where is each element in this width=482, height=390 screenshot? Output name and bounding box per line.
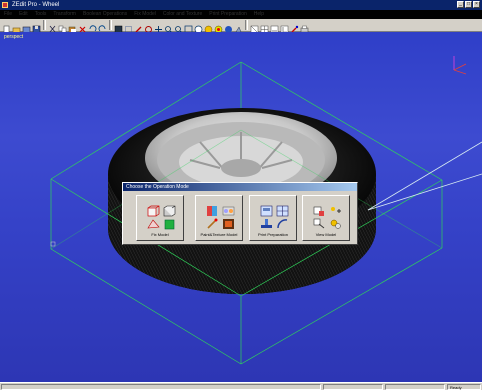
undo-icon[interactable]: [88, 21, 97, 31]
platform-icon: [260, 217, 273, 229]
view-model-button[interactable]: View Model: [302, 195, 350, 241]
status-cell: [323, 384, 383, 390]
mesh-fix-icon: [147, 217, 160, 229]
view-cube-icon[interactable]: [194, 21, 203, 33]
save-icon[interactable]: [32, 21, 41, 33]
print-preparation-label: Print Preparation: [257, 232, 288, 237]
brush-icon: [206, 217, 219, 229]
printer-arc-icon: [276, 217, 289, 229]
status-ready: Ready: [447, 384, 481, 390]
select-all-icon[interactable]: [114, 21, 123, 33]
move-icon[interactable]: [154, 21, 163, 33]
print-icon[interactable]: [300, 21, 309, 32]
green-block-icon: [163, 217, 176, 230]
view-window-icon: [313, 204, 326, 216]
paint-icon[interactable]: [224, 21, 233, 33]
layout-icon: [260, 204, 273, 217]
menu-help[interactable]: Help: [254, 10, 264, 19]
menu-file[interactable]: File: [4, 10, 12, 19]
menu-color-and-texture[interactable]: Color and Texture: [163, 10, 202, 19]
menu-transform[interactable]: Transform: [53, 10, 76, 19]
shading-icon[interactable]: [204, 21, 213, 33]
close-button[interactable]: ×: [473, 1, 480, 8]
grid-icon[interactable]: [260, 21, 269, 33]
fix-model-label: Fix Model: [151, 232, 169, 237]
menu-boolean-operations[interactable]: Boolean Operations: [83, 10, 127, 19]
cube-solid-icon: [163, 204, 176, 217]
zoom-box-icon: [313, 217, 326, 229]
maximize-button[interactable]: □: [465, 1, 472, 8]
menu-print-preparation[interactable]: Print Preparation: [209, 10, 247, 19]
redo-icon[interactable]: [98, 21, 107, 31]
new-file-icon[interactable]: [2, 21, 11, 33]
image-texture-icon: [222, 217, 235, 229]
arrange-icon: [276, 204, 289, 217]
paint-texture-model-label: Paint&Texture Model: [200, 232, 238, 237]
copy-icon[interactable]: [58, 21, 67, 33]
menu-bar: File Edit Tools Transform Boolean Operat…: [0, 10, 482, 19]
open-folder-icon[interactable]: [12, 21, 21, 33]
delete-icon[interactable]: [78, 21, 87, 32]
wireframe-icon[interactable]: [250, 21, 259, 33]
texture-map-icon: [222, 204, 235, 216]
window-controls: _ □ ×: [457, 1, 480, 8]
rotate-icon[interactable]: [144, 21, 153, 33]
color-picker-icon[interactable]: [290, 21, 299, 32]
status-cell: [385, 384, 445, 390]
light-icon[interactable]: [234, 21, 243, 32]
view-model-label: View Model: [315, 232, 337, 237]
window-title: ZEdit Pro - Wheel: [12, 2, 60, 8]
import-icon[interactable]: [22, 21, 31, 33]
cut-icon[interactable]: [48, 21, 57, 32]
app-logo-icon: [2, 2, 8, 8]
status-message: [1, 384, 321, 390]
light-rays: [367, 141, 482, 211]
zoom-plus-icon: [329, 204, 342, 216]
toolbar-separator: [43, 20, 46, 30]
pencil-icon[interactable]: [134, 21, 143, 32]
status-bar: Ready: [0, 382, 482, 390]
zoom-out-icon[interactable]: [174, 21, 183, 33]
axis-gizmo: [453, 56, 467, 75]
menu-tools[interactable]: Tools: [35, 10, 47, 19]
menu-fix-model[interactable]: Fix Model: [134, 10, 156, 19]
box-select-icon[interactable]: [124, 21, 133, 33]
axis-icon[interactable]: [280, 21, 289, 33]
paint-palette-icon: [206, 204, 219, 216]
dialog-title: Choose the Operation Mode: [123, 183, 357, 191]
paint-texture-model-button[interactable]: Paint&Texture Model: [195, 195, 243, 241]
menu-edit[interactable]: Edit: [19, 10, 28, 19]
print-preparation-button[interactable]: Print Preparation: [249, 195, 297, 241]
cube-wire-icon: [147, 204, 160, 217]
origin-marker: [50, 241, 56, 247]
paste-icon[interactable]: [68, 21, 77, 33]
orbit-icon: [329, 217, 342, 229]
texture-icon[interactable]: [214, 21, 223, 33]
fix-model-button[interactable]: Fix Model: [136, 195, 184, 241]
zoom-fit-icon[interactable]: [184, 21, 193, 33]
operation-mode-dialog: Choose the Operation Mode Fix Model Pain…: [122, 182, 358, 245]
toolbar-separator: [109, 20, 112, 30]
application-window: ZEdit Pro - Wheel _ □ × File Edit Tools …: [0, 0, 482, 390]
title-bar[interactable]: ZEdit Pro - Wheel _ □ ×: [0, 0, 482, 10]
measure-icon[interactable]: [270, 21, 279, 33]
toolbar-separator: [245, 20, 248, 30]
zoom-in-icon[interactable]: [164, 21, 173, 33]
toolbar: [0, 19, 482, 33]
minimize-button[interactable]: _: [457, 1, 464, 8]
